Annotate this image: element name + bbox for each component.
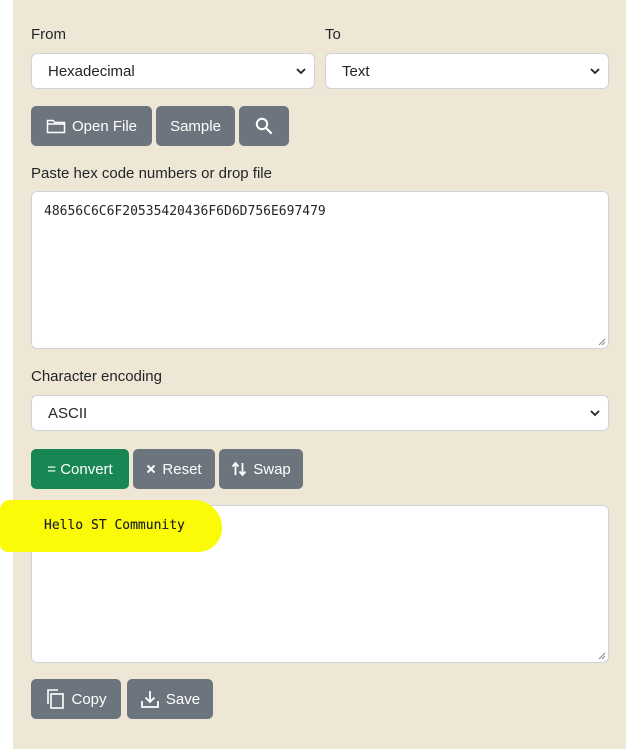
from-label: From — [31, 26, 66, 43]
reset-button[interactable]: Reset — [133, 449, 215, 489]
swap-arrows-icon — [232, 461, 247, 477]
encoding-select-value: ASCII — [48, 404, 88, 422]
copy-icon — [47, 689, 65, 709]
convert-button[interactable]: = Convert — [31, 449, 129, 489]
save-button[interactable]: Save — [127, 679, 213, 719]
encoding-label: Character encoding — [31, 368, 162, 385]
encoding-select[interactable]: ASCII — [31, 395, 609, 431]
reset-label: Reset — [162, 460, 202, 478]
to-label: To — [325, 26, 341, 43]
resize-grip-icon[interactable] — [598, 338, 606, 346]
swap-button[interactable]: Swap — [219, 449, 303, 489]
to-select-value: Text — [342, 62, 370, 80]
copy-button[interactable]: Copy — [31, 679, 121, 719]
sample-label: Sample — [170, 117, 221, 135]
to-select[interactable]: Text — [325, 53, 609, 89]
swap-label: Swap — [253, 460, 291, 478]
hex-input-value: 48656C6C6F20535420436F6D6D756E697479 — [44, 204, 326, 219]
open-file-label: Open File — [71, 117, 138, 135]
text-output-highlighted: Hello ST Community — [44, 518, 185, 533]
chevron-down-icon — [590, 410, 600, 417]
from-select-value: Hexadecimal — [48, 62, 135, 80]
folder-icon — [46, 119, 66, 134]
from-select[interactable]: Hexadecimal — [31, 53, 315, 89]
input-label: Paste hex code numbers or drop file — [31, 165, 272, 182]
close-icon — [147, 464, 156, 474]
download-icon — [140, 691, 159, 708]
hex-input[interactable]: 48656C6C6F20535420436F6D6D756E697479 — [31, 191, 609, 349]
chevron-down-icon — [296, 68, 306, 75]
open-file-button[interactable]: Open File — [31, 106, 152, 146]
save-label: Save — [165, 690, 201, 708]
resize-grip-icon[interactable] — [598, 652, 606, 660]
sample-button[interactable]: Sample — [156, 106, 235, 146]
convert-label: = Convert — [47, 460, 113, 478]
search-button[interactable] — [239, 106, 289, 146]
chevron-down-icon — [590, 68, 600, 75]
copy-label: Copy — [71, 690, 107, 708]
text-output-overlay: Hello ST Community — [31, 505, 231, 545]
search-icon — [255, 117, 273, 135]
